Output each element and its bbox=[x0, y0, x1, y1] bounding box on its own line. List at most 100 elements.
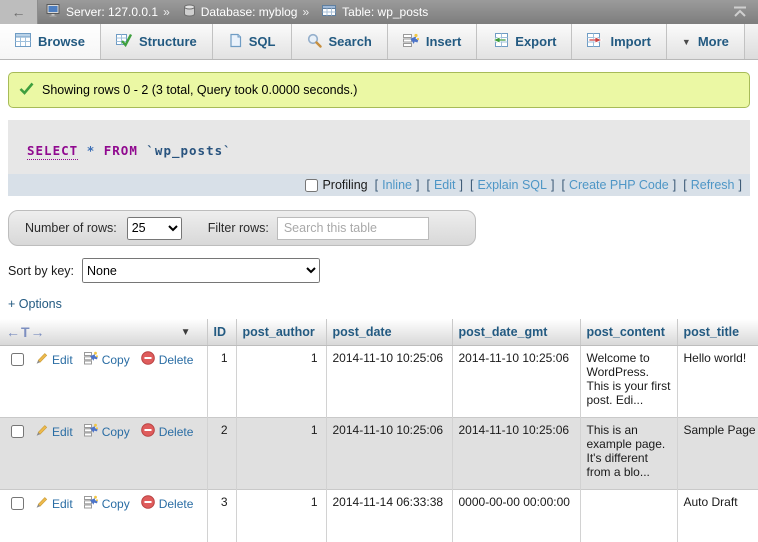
row-delete-label: Delete bbox=[159, 353, 194, 367]
refresh-link[interactable]: Refresh bbox=[691, 178, 735, 192]
row-copy-button[interactable]: Copy bbox=[84, 351, 130, 368]
tab-structure[interactable]: Structure bbox=[101, 24, 213, 59]
profiling-checkbox[interactable] bbox=[305, 179, 318, 192]
tab-structure-label: Structure bbox=[139, 34, 197, 49]
breadcrumb-server-label: Server: 127.0.0.1 bbox=[66, 5, 158, 19]
bracket: ] bbox=[551, 178, 554, 192]
delete-icon bbox=[141, 351, 155, 368]
bracket: ] bbox=[673, 178, 676, 192]
cell-post-title: Sample Page bbox=[677, 418, 758, 490]
explain-sql-link[interactable]: Explain SQL bbox=[477, 178, 546, 192]
column-header-post-title[interactable]: post_title bbox=[677, 319, 758, 346]
table-row: Edit Copy Delete 1 1 2014-11-10 10:25:06… bbox=[0, 346, 758, 418]
filter-rows-input[interactable] bbox=[277, 217, 429, 240]
sql-keyword-select[interactable]: SELECT bbox=[27, 143, 78, 160]
sql-icon bbox=[228, 33, 242, 51]
column-header-post-date-gmt[interactable]: post_date_gmt bbox=[452, 319, 580, 346]
tab-more[interactable]: ▼ More bbox=[667, 24, 745, 59]
bracket: [ bbox=[470, 178, 473, 192]
structure-icon bbox=[116, 33, 132, 50]
rows-per-page-select[interactable]: 25 bbox=[127, 217, 182, 240]
column-header-post-date[interactable]: post_date bbox=[326, 319, 452, 346]
row-copy-button[interactable]: Copy bbox=[84, 495, 130, 512]
breadcrumb-table[interactable]: Table: wp_posts bbox=[322, 4, 428, 20]
row-delete-button[interactable]: Delete bbox=[141, 495, 194, 512]
row-checkbox[interactable] bbox=[11, 353, 24, 366]
tab-export[interactable]: Export bbox=[477, 24, 572, 59]
edit-link[interactable]: Edit bbox=[434, 178, 456, 192]
back-button[interactable]: ← bbox=[0, 0, 38, 24]
copy-icon bbox=[84, 423, 98, 440]
row-delete-button[interactable]: Delete bbox=[141, 423, 194, 440]
row-checkbox[interactable] bbox=[11, 497, 24, 510]
number-of-rows-label: Number of rows: bbox=[25, 221, 117, 235]
check-icon bbox=[19, 82, 34, 98]
cell-post-date-gmt: 2014-11-10 10:25:06 bbox=[452, 346, 580, 418]
column-header-id[interactable]: ID bbox=[207, 319, 236, 346]
sql-footer: Profiling [ Inline ] [ Edit ] [ Explain … bbox=[8, 174, 750, 196]
transpose-icon[interactable]: ←T→ bbox=[6, 324, 46, 340]
bracket: ] bbox=[739, 178, 742, 192]
tab-insert-label: Insert bbox=[426, 34, 461, 49]
breadcrumb-database[interactable]: Database: myblog bbox=[183, 4, 298, 20]
table-icon bbox=[322, 4, 337, 20]
cell-post-content: Welcome to WordPress. This is your first… bbox=[580, 346, 677, 418]
cell-post-content bbox=[580, 490, 677, 542]
row-edit-label: Edit bbox=[52, 497, 73, 511]
sort-by-key-label: Sort by key: bbox=[8, 264, 74, 278]
sql-table-ref: `wp_posts` bbox=[146, 143, 231, 158]
success-message: Showing rows 0 - 2 (3 total, Query took … bbox=[8, 72, 750, 108]
search-icon bbox=[307, 33, 322, 51]
back-arrow-icon: ← bbox=[12, 4, 26, 20]
breadcrumb-table-label: Table: wp_posts bbox=[342, 5, 428, 19]
row-edit-button[interactable]: Edit bbox=[34, 351, 73, 368]
tab-search[interactable]: Search bbox=[292, 24, 388, 59]
sql-query-box: SELECT * FROM `wp_posts` Profiling [ Inl… bbox=[8, 120, 750, 196]
column-header-post-content[interactable]: post_content bbox=[580, 319, 677, 346]
collapse-panel-icon[interactable] bbox=[732, 6, 748, 18]
inline-link[interactable]: Inline bbox=[382, 178, 412, 192]
row-checkbox[interactable] bbox=[11, 425, 24, 438]
delete-icon bbox=[141, 423, 155, 440]
tab-sql-label: SQL bbox=[249, 34, 276, 49]
sort-by-key-select[interactable]: None bbox=[82, 258, 320, 283]
create-php-code-link[interactable]: Create PHP Code bbox=[569, 178, 669, 192]
row-edit-button[interactable]: Edit bbox=[34, 495, 73, 512]
copy-icon bbox=[84, 495, 98, 512]
sql-action-inline: [ Inline ] bbox=[375, 178, 420, 192]
insert-icon bbox=[403, 33, 419, 51]
tab-browse[interactable]: Browse bbox=[0, 24, 101, 59]
bracket: [ bbox=[375, 178, 378, 192]
cell-id: 2 bbox=[207, 418, 236, 490]
sql-action-explain: [ Explain SQL ] bbox=[470, 178, 554, 192]
tab-sql[interactable]: SQL bbox=[213, 24, 292, 59]
tab-bar: Browse Structure SQL Search Insert Expor… bbox=[0, 24, 758, 60]
bracket: ] bbox=[460, 178, 463, 192]
table-row: Edit Copy Delete 2 1 2014-11-10 10:25:06… bbox=[0, 418, 758, 490]
profiling-label: Profiling bbox=[322, 178, 367, 192]
row-edit-button[interactable]: Edit bbox=[34, 423, 73, 440]
tab-import[interactable]: Import bbox=[572, 24, 666, 59]
breadcrumb-separator: » bbox=[163, 5, 170, 19]
cell-post-date: 2014-11-10 10:25:06 bbox=[326, 418, 452, 490]
copy-icon bbox=[84, 351, 98, 368]
tab-export-label: Export bbox=[515, 34, 556, 49]
row-edit-label: Edit bbox=[52, 353, 73, 367]
breadcrumb-server[interactable]: Server: 127.0.0.1 bbox=[46, 4, 158, 20]
column-visibility-dropdown-icon[interactable]: ▼ bbox=[181, 327, 191, 338]
export-icon bbox=[492, 33, 508, 50]
column-header-post-author[interactable]: post_author bbox=[236, 319, 326, 346]
row-delete-button[interactable]: Delete bbox=[141, 351, 194, 368]
options-toggle-link[interactable]: + Options bbox=[8, 297, 62, 311]
row-copy-label: Copy bbox=[102, 425, 130, 439]
server-icon bbox=[46, 4, 61, 20]
table-header-row: ←T→ ▼ ID post_author post_date post_date… bbox=[0, 319, 758, 346]
cell-post-author: 1 bbox=[236, 346, 326, 418]
row-edit-label: Edit bbox=[52, 425, 73, 439]
tab-more-label: More bbox=[698, 34, 729, 49]
row-copy-button[interactable]: Copy bbox=[84, 423, 130, 440]
sql-star: * bbox=[87, 143, 96, 158]
cell-post-author: 1 bbox=[236, 418, 326, 490]
tab-insert[interactable]: Insert bbox=[388, 24, 477, 59]
chevron-down-icon: ▼ bbox=[682, 37, 691, 47]
